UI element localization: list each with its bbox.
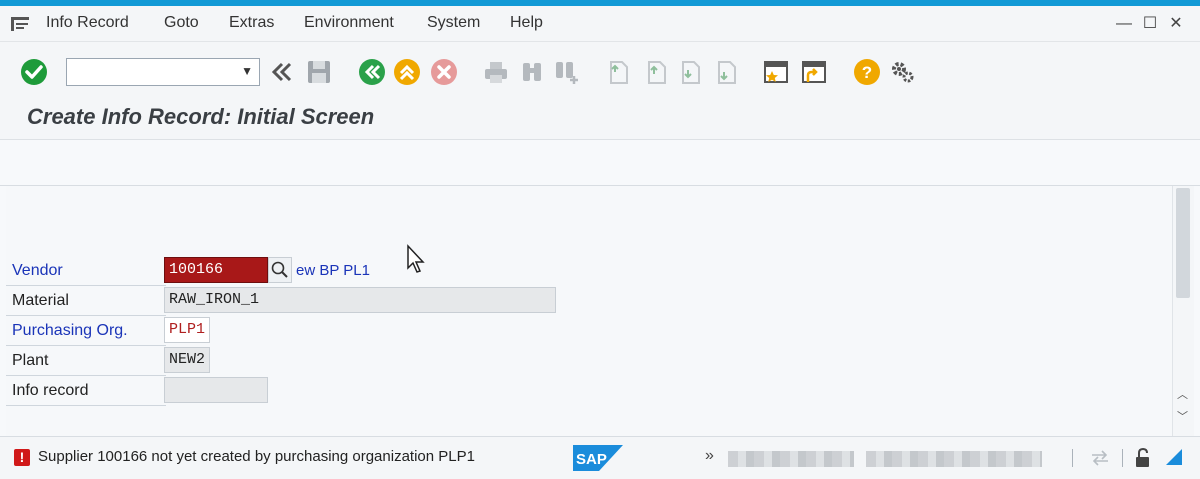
status-separator: [1122, 449, 1123, 467]
application-toolbar: [0, 140, 1200, 186]
unlock-icon[interactable]: [1134, 447, 1154, 469]
menu-help[interactable]: Help: [510, 14, 543, 32]
expand-corner-icon[interactable]: [1162, 447, 1186, 469]
find-icon[interactable]: [518, 58, 546, 86]
menu-bar: Info Record Goto Extras Environment Syst…: [0, 6, 1200, 42]
transfer-icon[interactable]: [1090, 449, 1110, 467]
form-area: Vendor 100166 ew BP PL1 Material RAW_IRO…: [6, 186, 1172, 436]
chevron-down-icon[interactable]: ▼: [241, 64, 253, 78]
search-icon: [271, 261, 288, 278]
status-expand-icon[interactable]: »: [705, 447, 714, 465]
purchasing-org-label: Purchasing Org.: [12, 322, 128, 339]
menu-goto[interactable]: Goto: [164, 14, 199, 32]
session-info-redacted: [866, 451, 1042, 467]
svg-text:?: ?: [862, 63, 872, 82]
maximize-icon[interactable]: ☐: [1141, 15, 1159, 33]
close-icon[interactable]: ✕: [1167, 15, 1185, 33]
vendor-label: Vendor: [12, 262, 63, 279]
plant-row: Plant: [6, 346, 166, 376]
plant-field[interactable]: NEW2: [164, 347, 210, 373]
vertical-scrollbar[interactable]: ︿ ﹀: [1172, 186, 1194, 436]
scrollbar-thumb[interactable]: [1176, 188, 1190, 298]
vendor-description: ew BP PL1: [296, 262, 370, 279]
svg-text:SAP: SAP: [576, 451, 607, 468]
menu-system[interactable]: System: [427, 14, 480, 32]
menu-info-record[interactable]: Info Record: [46, 14, 129, 32]
purchasing-org-row: Purchasing Org.: [6, 316, 166, 346]
title-bar: Create Info Record: Initial Screen: [0, 102, 1200, 140]
create-session-icon[interactable]: [762, 58, 790, 86]
status-message[interactable]: Supplier 100166 not yet created by purch…: [38, 448, 475, 465]
print-icon[interactable]: [482, 58, 510, 86]
cancel-icon[interactable]: [430, 58, 458, 86]
scroll-up-icon[interactable]: ︿: [1177, 386, 1188, 402]
back-chevron-icon[interactable]: [268, 58, 296, 86]
menu-extras[interactable]: Extras: [229, 14, 274, 32]
error-icon: !: [14, 449, 30, 466]
save-icon[interactable]: [305, 58, 333, 86]
shortcut-icon[interactable]: [800, 58, 828, 86]
back-icon[interactable]: [358, 58, 386, 86]
sap-logo: SAP: [573, 445, 623, 471]
page-title: Create Info Record: Initial Screen: [27, 104, 375, 129]
help-icon[interactable]: ?: [853, 58, 881, 86]
plant-label: Plant: [12, 352, 49, 369]
previous-page-icon[interactable]: [642, 58, 670, 86]
first-page-icon[interactable]: [604, 58, 632, 86]
vendor-row: Vendor: [6, 256, 166, 286]
menu-environment[interactable]: Environment: [304, 14, 394, 32]
settings-icon[interactable]: [888, 58, 916, 86]
info-record-field[interactable]: [164, 377, 268, 403]
status-separator: [1072, 449, 1073, 467]
info-record-label: Info record: [12, 382, 89, 399]
system-info-redacted: [728, 451, 854, 467]
next-page-icon[interactable]: [676, 58, 704, 86]
minimize-icon[interactable]: —: [1115, 15, 1133, 33]
material-label: Material: [12, 292, 69, 309]
scroll-down-icon[interactable]: ﹀: [1177, 408, 1188, 424]
last-page-icon[interactable]: [712, 58, 740, 86]
find-next-icon[interactable]: [552, 58, 580, 86]
command-field[interactable]: ▼: [66, 58, 260, 86]
exit-icon[interactable]: [393, 58, 421, 86]
vendor-field[interactable]: 100166: [164, 257, 268, 283]
system-toolbar: ▼ ?: [0, 42, 1200, 102]
menu-icon[interactable]: [10, 16, 30, 32]
info-record-row: Info record: [6, 376, 166, 406]
material-row: Material: [6, 286, 166, 316]
purchasing-org-field[interactable]: PLP1: [164, 317, 210, 343]
vendor-search-button[interactable]: [268, 257, 292, 283]
status-bar: ! Supplier 100166 not yet created by pur…: [0, 436, 1200, 479]
mouse-cursor-icon: [407, 244, 425, 273]
enter-icon[interactable]: [20, 58, 48, 86]
command-input[interactable]: [67, 59, 237, 85]
material-field[interactable]: RAW_IRON_1: [164, 287, 556, 313]
